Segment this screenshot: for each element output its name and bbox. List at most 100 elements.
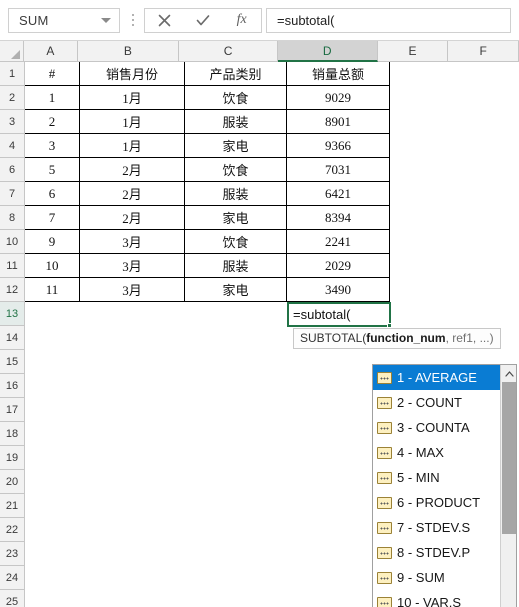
cell-C16[interactable] xyxy=(185,374,287,398)
cell-F6[interactable] xyxy=(463,158,519,182)
cell-B12[interactable]: 3月 xyxy=(80,278,185,302)
cell-C17[interactable] xyxy=(185,398,287,422)
cell-F10[interactable] xyxy=(463,230,519,254)
cell-A4[interactable]: 3 xyxy=(25,134,80,158)
cell-F11[interactable] xyxy=(463,254,519,278)
cell-B6[interactable]: 2月 xyxy=(80,158,185,182)
active-cell-d13[interactable]: =subtotal( xyxy=(287,302,392,328)
cell-F2[interactable] xyxy=(463,86,519,110)
cell-C8[interactable]: 家电 xyxy=(185,206,287,230)
column-header-f[interactable]: F xyxy=(448,41,519,62)
cell-B16[interactable] xyxy=(80,374,185,398)
cell-F7[interactable] xyxy=(463,182,519,206)
cell-C23[interactable] xyxy=(185,542,287,566)
cell-E4[interactable] xyxy=(390,134,463,158)
cell-C4[interactable]: 家电 xyxy=(185,134,287,158)
row-header-23[interactable]: 23 xyxy=(0,542,25,566)
cell-B24[interactable] xyxy=(80,566,185,590)
column-header-e[interactable]: E xyxy=(377,41,449,62)
cell-A7[interactable]: 6 xyxy=(25,182,80,206)
cell-B20[interactable] xyxy=(80,470,185,494)
row-header-8[interactable]: 8 xyxy=(0,206,25,230)
cell-E6[interactable] xyxy=(390,158,463,182)
name-box[interactable]: SUM xyxy=(8,7,120,33)
cell-D11[interactable]: 2029 xyxy=(287,254,390,278)
cell-A25[interactable] xyxy=(25,590,80,607)
cell-A17[interactable] xyxy=(25,398,80,422)
cell-A1[interactable]: # xyxy=(25,62,80,86)
cell-A20[interactable] xyxy=(25,470,80,494)
row-header-2[interactable]: 2 xyxy=(0,86,25,110)
cell-F3[interactable] xyxy=(463,110,519,134)
cell-A22[interactable] xyxy=(25,518,80,542)
cell-A16[interactable] xyxy=(25,374,80,398)
cell-E1[interactable] xyxy=(390,62,463,86)
cell-F13[interactable] xyxy=(463,302,519,326)
cell-D3[interactable]: 8901 xyxy=(287,110,390,134)
autocomplete-scrollbar[interactable] xyxy=(500,365,516,607)
chevron-down-icon[interactable] xyxy=(101,17,111,23)
confirm-check-icon[interactable] xyxy=(186,9,220,32)
autocomplete-item[interactable]: 9 - SUM xyxy=(373,565,500,590)
cell-D12[interactable]: 3490 xyxy=(287,278,390,302)
autocomplete-item[interactable]: 3 - COUNTA xyxy=(373,415,500,440)
cell-B13[interactable] xyxy=(80,302,185,326)
cell-B4[interactable]: 1月 xyxy=(80,134,185,158)
cell-E13[interactable] xyxy=(390,302,463,326)
cell-C6[interactable]: 饮食 xyxy=(185,158,287,182)
autocomplete-item[interactable]: 4 - MAX xyxy=(373,440,500,465)
cell-F8[interactable] xyxy=(463,206,519,230)
row-header-20[interactable]: 20 xyxy=(0,470,25,494)
cell-A13[interactable] xyxy=(25,302,80,326)
row-header-12[interactable]: 12 xyxy=(0,278,25,302)
cell-A19[interactable] xyxy=(25,446,80,470)
cell-B23[interactable] xyxy=(80,542,185,566)
row-header-24[interactable]: 24 xyxy=(0,566,25,590)
row-header-17[interactable]: 17 xyxy=(0,398,25,422)
cell-B8[interactable]: 2月 xyxy=(80,206,185,230)
row-header-14[interactable]: 14 xyxy=(0,326,25,350)
cell-D1[interactable]: 销量总额 xyxy=(287,62,390,86)
cell-A14[interactable] xyxy=(25,326,80,350)
cell-B25[interactable] xyxy=(80,590,185,607)
row-header-18[interactable]: 18 xyxy=(0,422,25,446)
select-all-corner[interactable] xyxy=(0,41,25,62)
row-header-16[interactable]: 16 xyxy=(0,374,25,398)
cell-C13[interactable] xyxy=(185,302,287,326)
row-header-11[interactable]: 11 xyxy=(0,254,25,278)
row-header-25[interactable]: 25 xyxy=(0,590,25,607)
cell-C19[interactable] xyxy=(185,446,287,470)
cell-A10[interactable]: 9 xyxy=(25,230,80,254)
row-header-21[interactable]: 21 xyxy=(0,494,25,518)
cell-B10[interactable]: 3月 xyxy=(80,230,185,254)
row-header-10[interactable]: 10 xyxy=(0,230,25,254)
cell-C15[interactable] xyxy=(185,350,287,374)
cell-D6[interactable]: 7031 xyxy=(287,158,390,182)
cell-F1[interactable] xyxy=(463,62,519,86)
cell-E7[interactable] xyxy=(390,182,463,206)
cancel-x-icon[interactable] xyxy=(147,9,181,32)
cell-B19[interactable] xyxy=(80,446,185,470)
cell-A11[interactable]: 10 xyxy=(25,254,80,278)
row-header-22[interactable]: 22 xyxy=(0,518,25,542)
autocomplete-item[interactable]: 8 - STDEV.P xyxy=(373,540,500,565)
cell-C24[interactable] xyxy=(185,566,287,590)
cell-C25[interactable] xyxy=(185,590,287,607)
cell-E12[interactable] xyxy=(390,278,463,302)
cell-A21[interactable] xyxy=(25,494,80,518)
cell-D2[interactable]: 9029 xyxy=(287,86,390,110)
row-header-4[interactable]: 4 xyxy=(0,134,25,158)
autocomplete-item[interactable]: 1 - AVERAGE xyxy=(373,365,500,390)
row-header-19[interactable]: 19 xyxy=(0,446,25,470)
cell-D8[interactable]: 8394 xyxy=(287,206,390,230)
column-header-c[interactable]: C xyxy=(179,41,278,62)
cell-F4[interactable] xyxy=(463,134,519,158)
cell-D10[interactable]: 2241 xyxy=(287,230,390,254)
cell-C7[interactable]: 服装 xyxy=(185,182,287,206)
cell-B14[interactable] xyxy=(80,326,185,350)
cell-E2[interactable] xyxy=(390,86,463,110)
row-header-6[interactable]: 6 xyxy=(0,158,25,182)
cell-E8[interactable] xyxy=(390,206,463,230)
cell-A24[interactable] xyxy=(25,566,80,590)
cell-D4[interactable]: 9366 xyxy=(287,134,390,158)
